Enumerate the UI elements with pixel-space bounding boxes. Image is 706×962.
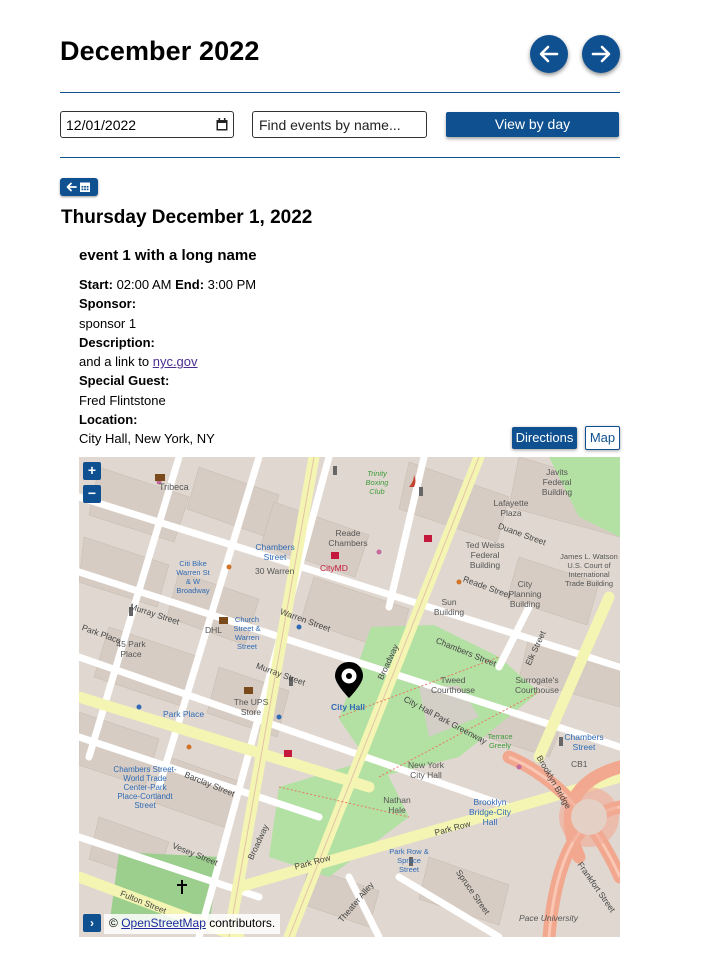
map-label: Sun Building xyxy=(433,597,465,617)
map-label: The UPS Store xyxy=(233,697,269,717)
page-title: December 2022 xyxy=(60,36,260,66)
map-label: DHL xyxy=(205,625,223,635)
map-label: Chambers Street-World Trade Center-Park … xyxy=(113,765,177,810)
description-link[interactable]: nyc.gov xyxy=(153,354,198,369)
map-label: Reade Chambers xyxy=(328,528,368,548)
attribution-toggle-button[interactable]: › xyxy=(83,914,101,932)
end-time: 3:00 PM xyxy=(207,277,257,292)
map-label: 30 Warren xyxy=(255,566,295,576)
map-label: Church Street & Warren Street xyxy=(233,615,261,651)
city-hall-marker-label: City Hall xyxy=(331,702,366,712)
special-guest-value: Fred Flintstone xyxy=(79,392,166,408)
description-value: and a link to nyc.gov xyxy=(79,352,620,371)
day-heading: Thursday December 1, 2022 xyxy=(61,207,313,228)
map-label: Pace University xyxy=(519,913,579,923)
date-input[interactable]: 12/01/2022 xyxy=(60,111,234,138)
start-label: Start: xyxy=(79,277,113,292)
event-map[interactable]: Tribeca Trinity Boxing Club Reade Chambe… xyxy=(79,457,620,937)
map-label: City Planning Building xyxy=(508,579,542,609)
map-label: Tribeca xyxy=(159,482,189,492)
map-label: Lafayette Plaza xyxy=(493,498,529,518)
divider xyxy=(60,157,620,158)
search-placeholder: Find events by name... xyxy=(259,117,401,133)
map-label: Javits Federal Building xyxy=(541,467,573,497)
map-label: Citi Bike Warren St & W Broadway xyxy=(176,559,210,595)
map-label: Trinity Boxing Club xyxy=(365,469,389,496)
map-attribution: © OpenStreetMap contributors. xyxy=(104,914,281,934)
attribution-prefix: © xyxy=(109,916,122,930)
date-value: 12/01/2022 xyxy=(66,116,137,133)
view-by-day-button[interactable]: View by day xyxy=(446,112,619,137)
map-label: Nathan Hale xyxy=(383,795,411,815)
description-label: Description: xyxy=(79,334,155,350)
map-label: Terrace Greely xyxy=(487,732,513,750)
description-text: and a link to xyxy=(79,354,153,370)
event-name: event 1 with a long name xyxy=(79,247,257,264)
arrow-left-calendar-icon xyxy=(66,182,90,192)
calendar-icon[interactable] xyxy=(216,118,228,131)
map-label: Brooklyn Bridge-City Hall xyxy=(468,797,512,827)
directions-button[interactable]: Directions xyxy=(512,427,577,449)
map-label: Chambers Street xyxy=(564,732,604,752)
map-label: Park Place xyxy=(163,709,205,719)
event-card: event 1 with a long name Start: 02:00 AM… xyxy=(79,247,620,449)
attribution-suffix: contributors. xyxy=(205,916,276,930)
previous-month-button[interactable] xyxy=(530,35,568,73)
map-button[interactable]: Map xyxy=(585,426,620,450)
divider xyxy=(60,92,620,93)
map-label: CityMD xyxy=(320,563,348,573)
zoom-in-button[interactable]: + xyxy=(83,462,101,480)
map-label: New York City Hall xyxy=(408,760,444,780)
zoom-out-button[interactable]: − xyxy=(83,485,101,503)
search-events-input[interactable]: Find events by name... xyxy=(252,111,427,138)
map-label: Surrogate's Courthouse xyxy=(515,675,559,695)
map-label: Tweed Courthouse xyxy=(431,675,475,695)
back-to-calendar-button[interactable] xyxy=(60,178,98,196)
map-label: Ted Weiss Federal Building xyxy=(465,540,505,570)
sponsor-label: Sponsor: xyxy=(79,296,137,312)
map-label: Park Row & Spruce Street xyxy=(389,847,429,874)
special-guest-label: Special Guest: xyxy=(79,373,170,389)
arrow-right-icon xyxy=(591,45,611,63)
openstreetmap-link[interactable]: OpenStreetMap xyxy=(121,916,206,930)
map-label: Chambers Street xyxy=(255,542,295,562)
event-time-row: Start: 02:00 AM End: 3:00 PM xyxy=(79,275,620,294)
map-label: CB1 xyxy=(571,759,588,769)
sponsor-value: sponsor 1 xyxy=(79,315,137,331)
next-month-button[interactable] xyxy=(582,35,620,73)
map-label: James L. Watson U.S. Court of Internatio… xyxy=(560,552,618,588)
arrow-left-icon xyxy=(539,45,559,63)
end-label: End: xyxy=(175,277,205,292)
start-time: 02:00 AM xyxy=(116,277,172,292)
